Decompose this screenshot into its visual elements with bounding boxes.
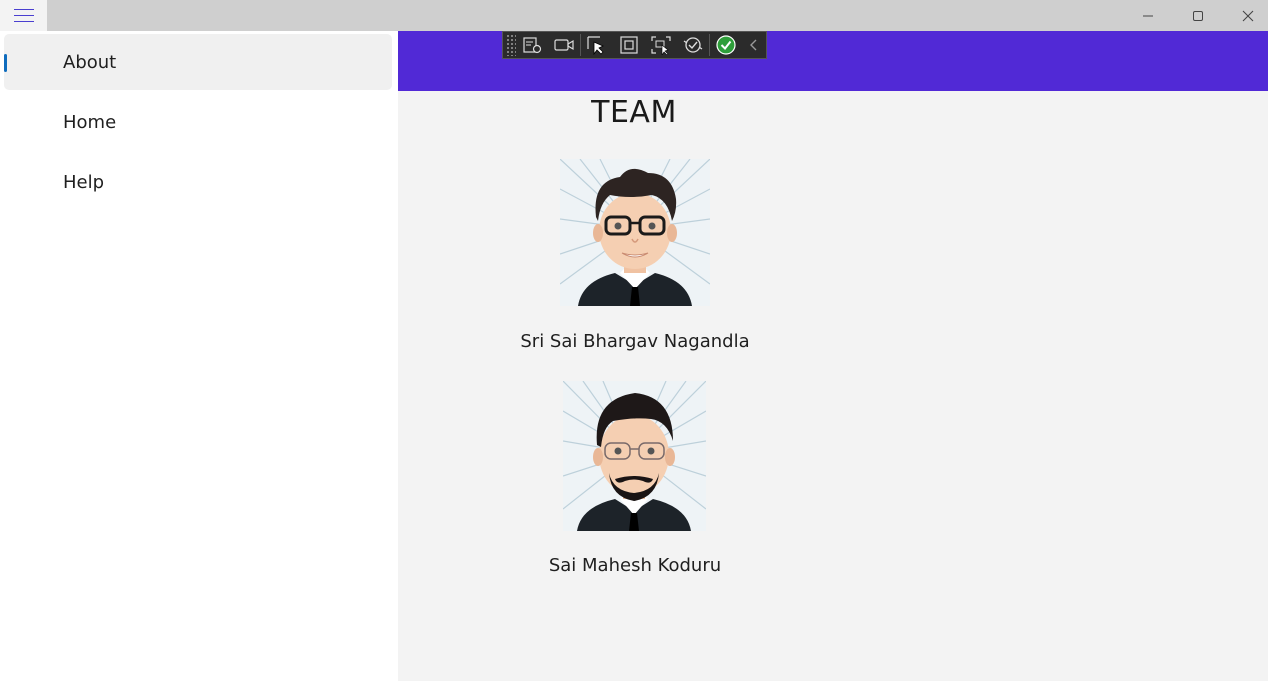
page-title: TEAM	[591, 95, 677, 130]
selection-indicator	[4, 54, 7, 72]
maximize-icon	[1193, 10, 1203, 21]
select-element-icon	[587, 36, 604, 55]
status-check-button[interactable]	[710, 32, 742, 58]
grip-icon[interactable]	[506, 34, 516, 56]
hot-reload-button[interactable]	[677, 32, 709, 58]
nav-item-about[interactable]: About	[4, 34, 392, 90]
close-button[interactable]	[1224, 0, 1268, 31]
navigation-pane: About Home Help	[0, 31, 398, 681]
content-frame: TEAM Sri Sai Bhargav Nagandla Sai Mahesh…	[398, 31, 1268, 681]
collapse-chevron-icon	[750, 39, 757, 51]
nav-item-help[interactable]: Help	[4, 154, 392, 210]
display-layout-adorners-icon	[620, 36, 638, 54]
app-window: About Home Help TEAM Sri Sai Bhargav Nag…	[0, 0, 1268, 681]
live-visual-tree-button[interactable]	[516, 32, 548, 58]
member-name: Sri Sai Bhargav Nagandla	[520, 331, 750, 352]
nav-item-label: Help	[63, 171, 105, 193]
check-icon	[716, 35, 736, 55]
record-icon	[554, 39, 574, 51]
collapse-toolbar-button[interactable]	[742, 32, 766, 58]
nav-item-label: Home	[63, 111, 117, 133]
select-element-button[interactable]	[581, 32, 613, 58]
close-icon	[1242, 10, 1254, 21]
minimize-button[interactable]	[1124, 0, 1172, 31]
debug-toolbar	[502, 31, 767, 59]
avatar-bhargav-icon	[560, 159, 710, 306]
nav-item-home[interactable]: Home	[4, 94, 392, 150]
hamburger-icon	[13, 8, 34, 23]
nav-item-label: About	[63, 51, 117, 73]
hot-reload-icon	[683, 37, 703, 53]
member-avatar	[560, 159, 710, 306]
nav-toggle-button[interactable]	[0, 0, 47, 31]
live-visual-tree-icon	[523, 37, 542, 54]
track-focus-icon	[651, 36, 671, 55]
minimize-icon	[1143, 15, 1153, 16]
record-button[interactable]	[548, 32, 580, 58]
avatar-mahesh-icon	[563, 381, 706, 531]
display-layout-adorners-button[interactable]	[613, 32, 645, 58]
member-avatar	[563, 381, 706, 531]
track-focus-button[interactable]	[645, 32, 677, 58]
member-name: Sai Mahesh Koduru	[548, 555, 722, 576]
title-bar	[0, 0, 1268, 31]
maximize-button[interactable]	[1174, 0, 1222, 31]
